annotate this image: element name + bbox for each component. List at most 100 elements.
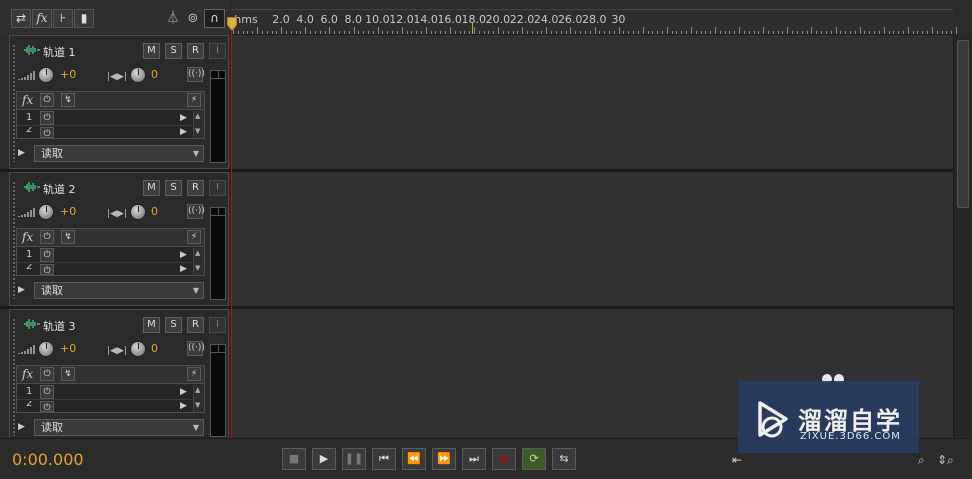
slot-expand-icon[interactable]: ▶ bbox=[180, 264, 187, 274]
slot-expand-icon[interactable]: ▶ bbox=[180, 401, 187, 411]
punch-icon[interactable]: ⊚ bbox=[184, 10, 202, 28]
automation-mode-select[interactable]: 读取 ▼ bbox=[34, 282, 204, 299]
solo-button[interactable]: S bbox=[165, 180, 182, 196]
track-header[interactable]: 轨道 2 M S R I +0 |◀▶| 0 ((·)) fx ⏻ ↯ ⚡ 1 … bbox=[9, 172, 229, 306]
volume-knob[interactable] bbox=[38, 204, 54, 220]
volume-knob[interactable] bbox=[38, 341, 54, 357]
time-ruler[interactable]: hms 2.0 4.0 6.0 8.0 10.0 12.0 14.0 16.0 18.0 20.0… bbox=[231, 9, 957, 35]
stereo-icon[interactable]: ((·)) bbox=[187, 341, 205, 356]
pan-knob[interactable] bbox=[130, 67, 146, 83]
pan-value[interactable]: 0 bbox=[151, 205, 158, 218]
skip-button[interactable]: ⇆ bbox=[552, 448, 576, 470]
effect-slot[interactable]: 1 ⏻ ▶ bbox=[17, 385, 192, 400]
slot-expand-icon[interactable]: ▶ bbox=[180, 127, 187, 137]
scroll-down-icon[interactable]: ▼ bbox=[195, 127, 200, 135]
effects-scrollbar[interactable]: ▲ ▼ bbox=[193, 111, 204, 138]
track-name[interactable]: 轨道 1 bbox=[43, 44, 76, 60]
mute-button[interactable]: M bbox=[143, 317, 160, 333]
fx-power-button[interactable]: ⏻ bbox=[40, 93, 54, 107]
record-arm-button[interactable]: R bbox=[187, 317, 204, 333]
input-monitor-button[interactable]: I bbox=[209, 180, 226, 196]
fx-icon[interactable]: fx bbox=[32, 9, 52, 28]
go-to-end-button[interactable]: ⏭ bbox=[462, 448, 486, 470]
pan-knob[interactable] bbox=[130, 204, 146, 220]
go-to-start-button[interactable]: ⏮ bbox=[372, 448, 396, 470]
fx-prefader-icon[interactable]: ↯ bbox=[61, 93, 75, 107]
pan-knob[interactable] bbox=[130, 341, 146, 357]
input-monitor-button[interactable]: I bbox=[209, 43, 226, 59]
fx-prefader-icon[interactable]: ↯ bbox=[61, 367, 75, 381]
stop-button[interactable]: ■ bbox=[282, 448, 306, 470]
track-header[interactable]: 轨道 3 M S R I +0 |◀▶| 0 ((·)) fx ⏻ ↯ ⚡ 1 … bbox=[9, 309, 229, 443]
pan-value[interactable]: 0 bbox=[151, 68, 158, 81]
stereo-icon[interactable]: ((·)) bbox=[187, 204, 205, 219]
play-button[interactable]: ▶ bbox=[312, 448, 336, 470]
zoom-in-time-icon[interactable]: ⇤ bbox=[732, 453, 742, 467]
effect-slot[interactable]: 2 ⏻ ▶ bbox=[17, 401, 192, 412]
slot-power-button[interactable]: ⏻ bbox=[40, 111, 54, 125]
slot-power-button[interactable]: ⏻ bbox=[40, 264, 54, 275]
zoom-vertical-icon[interactable]: ⇕⌕ bbox=[937, 453, 954, 468]
mute-button[interactable]: M bbox=[143, 180, 160, 196]
pause-button[interactable]: ❚❚ bbox=[342, 448, 366, 470]
volume-value[interactable]: +0 bbox=[60, 205, 76, 218]
slot-power-button[interactable]: ⏻ bbox=[40, 385, 54, 399]
record-button[interactable]: ● bbox=[492, 448, 516, 470]
automation-expand-icon[interactable]: ▶ bbox=[18, 422, 25, 432]
switch-arrows-icon[interactable]: ⇄ bbox=[11, 9, 31, 28]
scroll-down-icon[interactable]: ▼ bbox=[195, 401, 200, 409]
fx-lightning-icon[interactable]: ⚡ bbox=[187, 93, 201, 107]
rewind-button[interactable]: ⏪ bbox=[402, 448, 426, 470]
record-arm-button[interactable]: R bbox=[187, 180, 204, 196]
scroll-up-icon[interactable]: ▲ bbox=[195, 249, 200, 257]
scrollbar-thumb[interactable] bbox=[957, 40, 969, 208]
volume-knob[interactable] bbox=[38, 67, 54, 83]
fx-lightning-icon[interactable]: ⚡ bbox=[187, 230, 201, 244]
slot-power-button[interactable]: ⏻ bbox=[40, 248, 54, 262]
automation-expand-icon[interactable]: ▶ bbox=[18, 285, 25, 295]
track-lane[interactable] bbox=[231, 172, 953, 306]
track-name[interactable]: 轨道 3 bbox=[43, 318, 76, 334]
automation-expand-icon[interactable]: ▶ bbox=[18, 148, 25, 158]
automation-mode-select[interactable]: 读取 ▼ bbox=[34, 145, 204, 162]
solo-button[interactable]: S bbox=[165, 43, 182, 59]
zoom-icon[interactable]: ⌕ bbox=[918, 453, 925, 468]
fx-power-button[interactable]: ⏻ bbox=[40, 367, 54, 381]
volume-value[interactable]: +0 bbox=[60, 68, 76, 81]
track-name[interactable]: 轨道 2 bbox=[43, 181, 76, 197]
slot-expand-icon[interactable]: ▶ bbox=[180, 387, 187, 397]
effect-slot[interactable]: 2 ⏻ ▶ bbox=[17, 127, 192, 138]
metronome-icon[interactable]: ⏃ bbox=[164, 10, 182, 28]
loop-button[interactable]: ⟳ bbox=[522, 448, 546, 470]
fast-forward-button[interactable]: ⏩ bbox=[432, 448, 456, 470]
send-icon[interactable]: ⊦ bbox=[53, 9, 73, 28]
slot-power-button[interactable]: ⏻ bbox=[40, 127, 54, 138]
effect-slot[interactable]: 2 ⏻ ▶ bbox=[17, 264, 192, 275]
track-header[interactable]: 轨道 1 M S R I +0 |◀▶| 0 ((·)) fx ⏻ ↯ ⚡ 1 … bbox=[9, 35, 229, 169]
effects-scrollbar[interactable]: ▲ ▼ bbox=[193, 385, 204, 412]
vertical-scrollbar[interactable] bbox=[953, 35, 972, 437]
scroll-up-icon[interactable]: ▲ bbox=[195, 386, 200, 394]
scroll-down-icon[interactable]: ▼ bbox=[195, 264, 200, 272]
playhead-marker[interactable] bbox=[227, 17, 237, 31]
fx-lightning-icon[interactable]: ⚡ bbox=[187, 367, 201, 381]
effect-slot[interactable]: 1 ⏻ ▶ bbox=[17, 248, 192, 263]
effects-scrollbar[interactable]: ▲ ▼ bbox=[193, 248, 204, 275]
slot-power-button[interactable]: ⏻ bbox=[40, 401, 54, 412]
slot-expand-icon[interactable]: ▶ bbox=[180, 113, 187, 123]
scroll-up-icon[interactable]: ▲ bbox=[195, 112, 200, 120]
eq-icon[interactable]: ▮ bbox=[74, 9, 94, 28]
slot-expand-icon[interactable]: ▶ bbox=[180, 250, 187, 260]
effect-slot[interactable]: 1 ⏻ ▶ bbox=[17, 111, 192, 126]
fx-prefader-icon[interactable]: ↯ bbox=[61, 230, 75, 244]
fx-power-button[interactable]: ⏻ bbox=[40, 230, 54, 244]
automation-mode-select[interactable]: 读取 ▼ bbox=[34, 419, 204, 436]
headphones-icon[interactable]: ∩ bbox=[204, 9, 225, 28]
pan-value[interactable]: 0 bbox=[151, 342, 158, 355]
record-arm-button[interactable]: R bbox=[187, 43, 204, 59]
input-monitor-button[interactable]: I bbox=[209, 317, 226, 333]
stereo-icon[interactable]: ((·)) bbox=[187, 67, 205, 82]
solo-button[interactable]: S bbox=[165, 317, 182, 333]
mute-button[interactable]: M bbox=[143, 43, 160, 59]
track-lane[interactable] bbox=[231, 35, 953, 169]
